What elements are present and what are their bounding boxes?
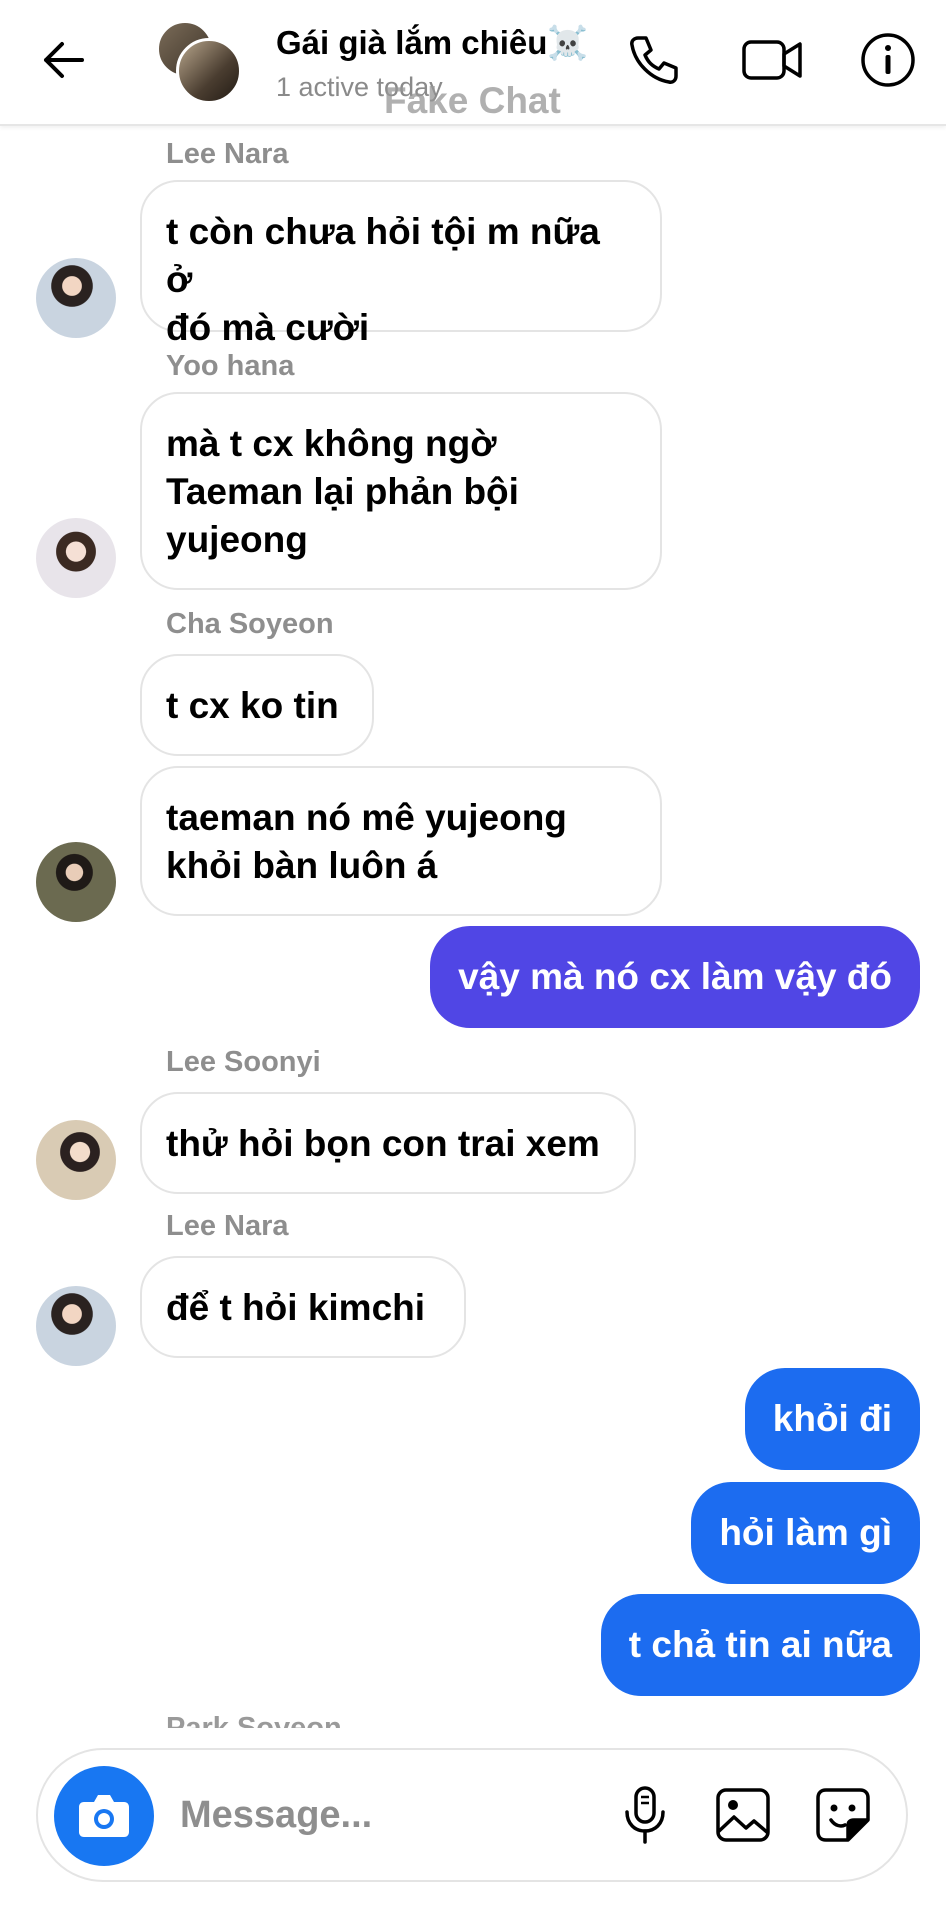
camera-icon: [79, 1795, 129, 1837]
avatar[interactable]: [36, 842, 116, 922]
info-button[interactable]: [858, 30, 918, 90]
back-arrow-icon: [44, 42, 84, 78]
message-line: để t hỏi kimchi: [166, 1287, 426, 1328]
message-line: đó mà cười: [166, 307, 370, 348]
message-line: yujeong: [166, 519, 308, 560]
microphone-icon: [625, 1786, 665, 1844]
outgoing-message[interactable]: khỏi đi: [744, 1368, 920, 1470]
sender-name: Park Soyeon: [166, 1712, 342, 1728]
sender-name: Yoo hana: [166, 350, 295, 382]
sender-name: Cha Soyeon: [166, 608, 334, 640]
info-icon: [861, 33, 915, 87]
chat-header: Gái già lắm chiêu☠️ 1 active today Fake …: [0, 0, 946, 126]
incoming-message[interactable]: để t hỏi kimchi: [140, 1256, 466, 1358]
message-line: taeman nó mê yujeong: [166, 797, 567, 838]
sticker-icon: [816, 1788, 870, 1842]
call-button[interactable]: [624, 30, 684, 90]
gallery-button[interactable]: [710, 1782, 776, 1848]
group-avatar-2: [176, 38, 242, 104]
message-line: khỏi bàn luôn á: [166, 845, 438, 886]
message-line: t còn chưa hỏi tội m nữa ở: [166, 211, 600, 300]
image-icon: [716, 1788, 770, 1842]
incoming-message[interactable]: t còn chưa hỏi tội m nữa ở đó mà cười: [140, 180, 662, 348]
video-call-button[interactable]: [740, 30, 802, 90]
sticker-button[interactable]: [810, 1782, 876, 1848]
message-line: Taeman lại phản bội: [166, 471, 519, 512]
back-button[interactable]: [36, 32, 92, 88]
phone-icon: [630, 36, 678, 84]
avatar[interactable]: [36, 1120, 116, 1200]
video-camera-icon: [742, 40, 802, 80]
voice-button[interactable]: [612, 1782, 678, 1848]
incoming-message[interactable]: taeman nó mê yujeong khỏi bàn luôn á: [140, 766, 662, 916]
message-line: t cx ko tin: [166, 685, 339, 726]
message-line: mà t cx không ngờ: [166, 423, 497, 464]
avatar[interactable]: [36, 518, 116, 598]
sender-name: Lee Nara: [166, 138, 289, 170]
message-composer: [36, 1748, 908, 1882]
outgoing-message[interactable]: vậy mà nó cx làm vậy đó: [430, 926, 920, 1028]
group-avatar[interactable]: [156, 20, 242, 104]
sender-name: Lee Nara: [166, 1210, 289, 1242]
outgoing-message[interactable]: hỏi làm gì: [691, 1482, 920, 1584]
message-input[interactable]: [178, 1784, 482, 1846]
camera-button[interactable]: [54, 1766, 154, 1866]
message-line: thử hỏi bọn con trai xem: [166, 1123, 600, 1164]
incoming-message[interactable]: mà t cx không ngờ Taeman lại phản bội yu…: [140, 392, 662, 590]
outgoing-message[interactable]: t chả tin ai nữa: [600, 1594, 920, 1696]
watermark: Fake Chat: [384, 80, 561, 121]
sender-name: Lee Soonyi: [166, 1046, 321, 1078]
avatar[interactable]: [36, 1286, 116, 1366]
avatar[interactable]: [36, 258, 116, 338]
incoming-message[interactable]: t cx ko tin: [140, 654, 374, 756]
incoming-message[interactable]: thử hỏi bọn con trai xem: [140, 1092, 636, 1194]
chat-title[interactable]: Gái già lắm chiêu☠️: [276, 24, 589, 63]
